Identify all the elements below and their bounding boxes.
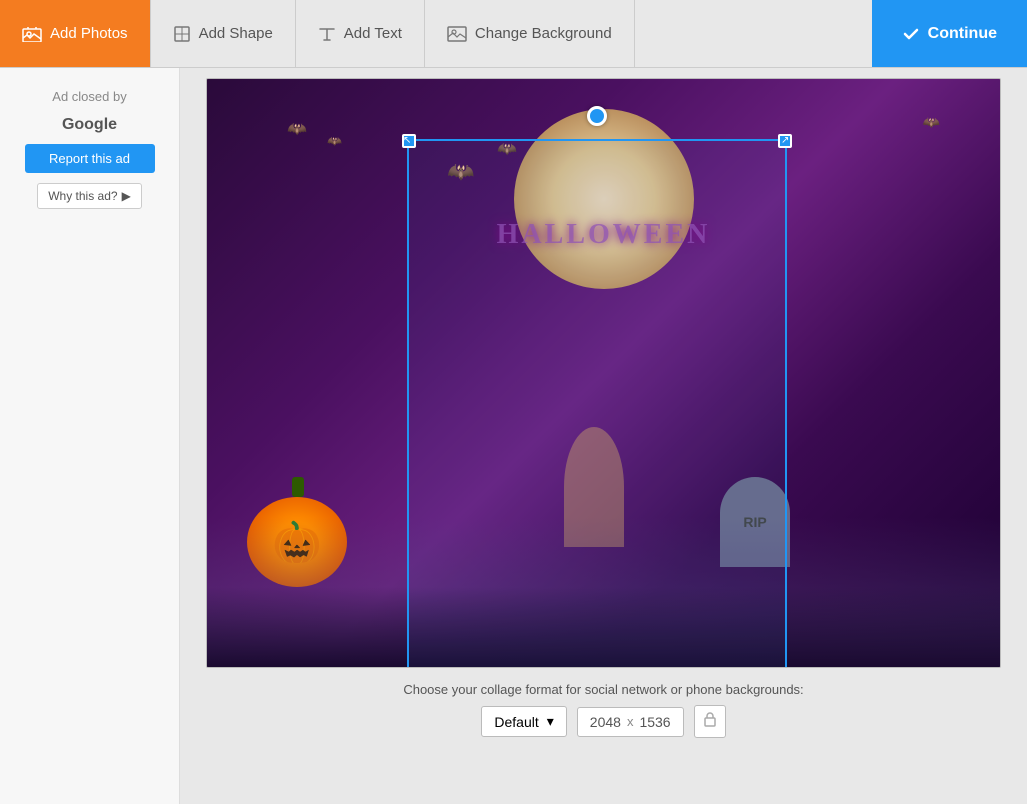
why-this-ad-button[interactable]: Why this ad? ▶ [37,183,142,209]
main-area: Ad closed by Google Report this ad Why t… [0,68,1027,804]
why-this-ad-label: Why this ad? [48,189,117,203]
background-image: 🦇 🦇 🦇 🦇 🦇 🎃 RIP HALLOWEEN [207,79,1000,667]
ad-closed-text: Ad closed by [52,88,126,106]
bat-decoration-2: 🦇 [327,134,342,148]
add-text-label: Add Text [344,25,402,42]
add-shape-icon [173,25,191,43]
toolbar: Add Photos Add Shape Add Text Ch [0,0,1027,68]
ground-decoration [207,587,1000,667]
ad-closed-google: Google [62,116,117,134]
bat-decoration-5: 🦇 [497,139,517,159]
format-controls: Default ▾ 2048 x 1536 [481,705,725,738]
format-height: 1536 [639,714,670,730]
add-text-button[interactable]: Add Text [296,0,425,67]
add-shape-button[interactable]: Add Shape [151,0,296,67]
add-photos-label: Add Photos [50,25,128,42]
halloween-text: HALLOWEEN [497,219,711,251]
moon-decoration [514,109,694,289]
add-shape-label: Add Shape [199,25,273,42]
continue-label: Continue [928,25,997,43]
bat-decoration-3: 🦇 [923,114,940,131]
report-ad-button[interactable]: Report this ad [25,144,155,173]
canvas-area: 🦇 🦇 🦇 🦇 🦇 🎃 RIP HALLOWEEN [180,68,1027,804]
format-label: Choose your collage format for social ne… [403,682,803,697]
lock-button[interactable] [694,705,726,738]
add-photos-icon [22,26,42,42]
bat-decoration-1: 🦇 [287,119,307,139]
format-select-arrow-icon: ▾ [547,713,554,730]
change-background-button[interactable]: Change Background [425,0,635,67]
format-width: 2048 [590,714,621,730]
continue-checkmark-icon [902,25,920,43]
add-text-icon [318,25,336,43]
bat-decoration-4: 🦇 [447,159,474,185]
image-container[interactable]: 🦇 🦇 🦇 🦇 🦇 🎃 RIP HALLOWEEN [206,78,1001,668]
format-select[interactable]: Default ▾ [481,706,566,737]
change-background-label: Change Background [475,25,612,42]
format-dimensions: 2048 x 1536 [577,707,684,737]
format-bar: Choose your collage format for social ne… [190,678,1017,738]
format-select-value: Default [494,714,538,730]
why-this-ad-arrow-icon: ▶ [122,189,131,203]
add-photos-button[interactable]: Add Photos [0,0,151,67]
format-x-separator: x [627,714,634,729]
change-background-icon [447,26,467,42]
continue-button[interactable]: Continue [872,0,1027,67]
sidebar: Ad closed by Google Report this ad Why t… [0,68,180,804]
